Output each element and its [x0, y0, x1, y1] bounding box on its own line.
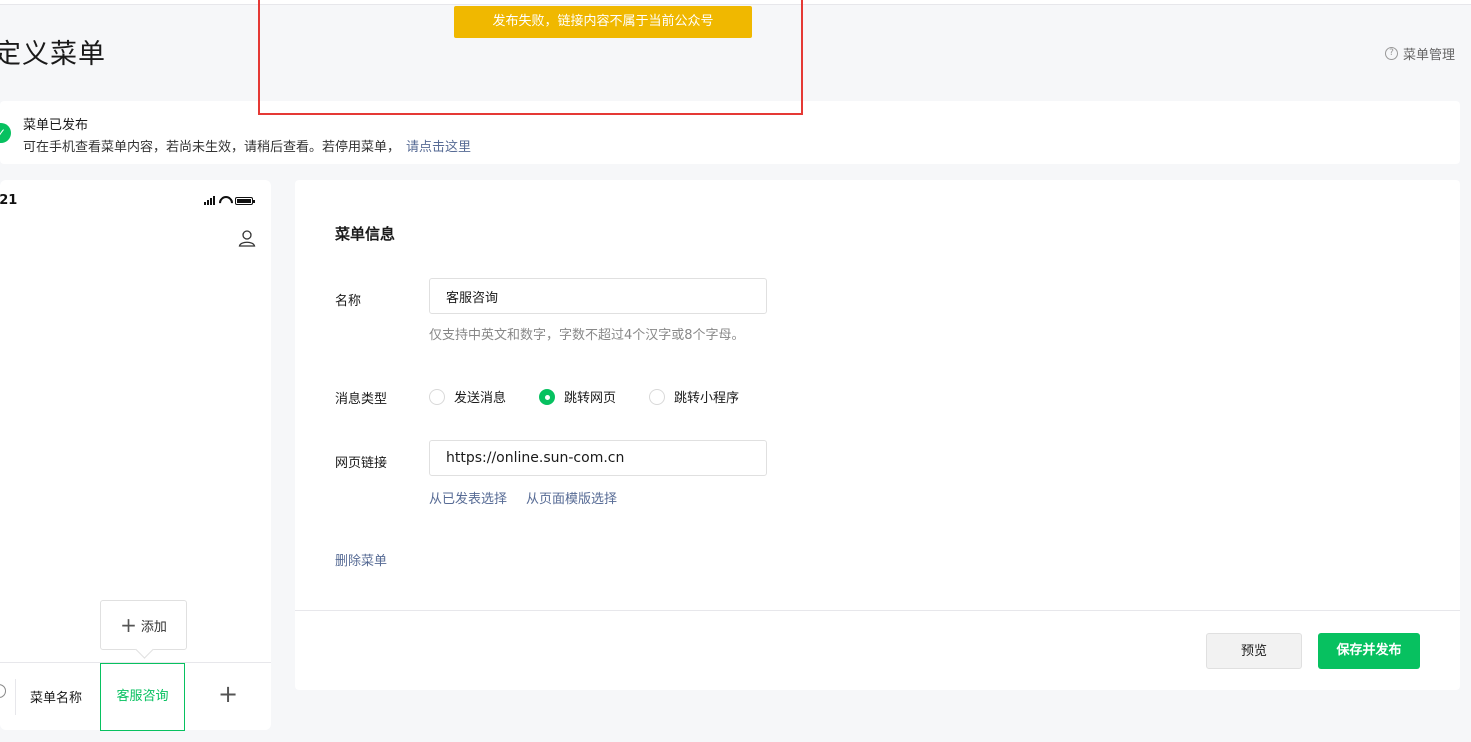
page-title: 定义菜单	[0, 39, 106, 70]
select-template-link[interactable]: 从页面模版选择	[526, 488, 617, 507]
menu-manage-label: 菜单管理	[1402, 48, 1455, 63]
radio-open-miniprogram[interactable]: 跳转小程序	[649, 387, 739, 406]
name-hint: 仅支持中英文和数字，字数不超过4个汉字或8个字母。	[429, 328, 745, 343]
panel-title: 菜单信息	[335, 225, 396, 243]
notice-title: 菜单已发布	[23, 118, 89, 133]
radio-label: 跳转网页	[564, 391, 617, 406]
menu-item-placeholder[interactable]: 菜单名称	[30, 687, 82, 706]
phone-menubar: 菜单名称 客服咨询 +	[0, 662, 271, 731]
menu-item-active[interactable]: 客服咨询	[100, 663, 185, 731]
status-icons	[204, 196, 255, 205]
menu-manage-link[interactable]: ? 菜单管理	[1384, 44, 1455, 63]
signal-icon	[204, 196, 215, 205]
wifi-icon	[219, 196, 231, 205]
error-toast: 发布失败，链接内容不属于当前公众号	[454, 6, 752, 38]
add-menu-plus-icon[interactable]: +	[218, 682, 238, 706]
type-label: 消息类型	[335, 392, 388, 407]
battery-icon	[235, 196, 255, 205]
help-icon: ?	[1384, 47, 1398, 60]
menu-info-panel: 菜单信息 名称 仅支持中英文和数字，字数不超过4个汉字或8个字母。 消息类型 发…	[295, 180, 1460, 690]
check-circle-icon: ✓	[0, 123, 11, 143]
radio-open-webpage[interactable]: 跳转网页	[539, 387, 616, 406]
notice-description: 可在手机查看菜单内容，若尚未生效，请稍后查看。若停用菜单， 请点击这里	[23, 136, 471, 155]
type-radio-group: 发送消息 跳转网页 跳转小程序	[429, 387, 772, 406]
notice-description-text: 可在手机查看菜单内容，若尚未生效，请稍后查看。若停用菜单，	[23, 140, 401, 155]
plus-icon: +	[120, 613, 137, 637]
radio-dot-selected	[539, 388, 556, 405]
name-input[interactable]	[429, 278, 767, 314]
save-publish-button[interactable]: 保存并发布	[1318, 633, 1420, 669]
url-label: 网页链接	[335, 456, 388, 471]
radio-dot	[429, 388, 445, 405]
add-submenu-button[interactable]: + 添加	[100, 600, 187, 650]
status-time: :21	[0, 193, 18, 208]
add-submenu-label: 添加	[140, 619, 167, 635]
radio-send-message[interactable]: 发送消息	[429, 387, 506, 406]
keyboard-icon[interactable]	[0, 684, 6, 698]
url-input[interactable]	[429, 440, 767, 476]
preview-button[interactable]: 预览	[1206, 633, 1302, 669]
radio-label: 跳转小程序	[674, 391, 740, 406]
disable-menu-link[interactable]: 请点击这里	[406, 140, 471, 155]
name-label: 名称	[335, 294, 362, 309]
select-published-link[interactable]: 从已发表选择	[429, 488, 507, 507]
url-source-links: 从已发表选择 从页面模版选择	[429, 488, 617, 507]
radio-dot	[649, 388, 666, 405]
menubar-divider	[15, 679, 16, 715]
panel-footer: 预览 保存并发布	[295, 610, 1460, 690]
user-icon[interactable]	[237, 228, 257, 248]
delete-menu-link[interactable]: 删除菜单	[335, 550, 387, 569]
radio-label: 发送消息	[454, 391, 507, 406]
